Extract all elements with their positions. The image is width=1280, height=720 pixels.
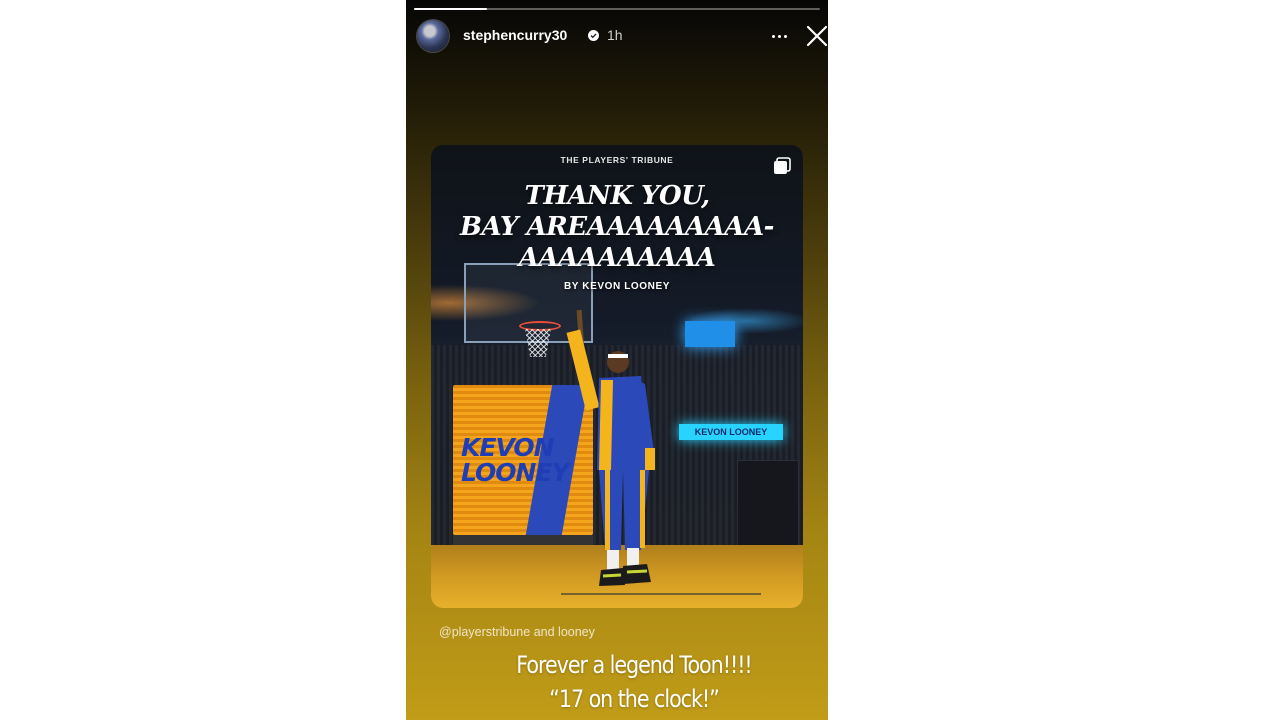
caption-line: “17 on the clock!” (549, 685, 720, 713)
story-caption: Forever a legend Toon!!!! “17 on the clo… (512, 648, 756, 716)
mention-link-looney[interactable]: looney (558, 625, 595, 639)
avatar[interactable] (417, 20, 449, 52)
story-progress-fill (414, 8, 488, 10)
mention-line: @playerstribune and looney (439, 625, 595, 639)
multi-photo-icon (774, 157, 791, 174)
time-ago: 1h (607, 27, 623, 43)
story-header: stephencurry30 1h (417, 18, 828, 54)
arena-screen (685, 321, 735, 347)
post-headline: THANK YOU, BAY AREAAAAAAAAA- AAAAAAAAAA (441, 181, 793, 274)
more-options-icon[interactable] (767, 25, 791, 47)
shared-post-card[interactable]: KEVON LOONEY KEVON LOONEY THE PLAYERS' T… (431, 145, 803, 608)
mention-link-playerstribune[interactable]: @playerstribune (439, 625, 530, 639)
caption-line: Forever a legend Toon!!!! (516, 651, 752, 679)
username[interactable]: stephencurry30 (463, 27, 567, 43)
verified-badge-icon (588, 30, 599, 41)
mention-joiner: and (533, 625, 555, 639)
headline-line: THANK YOU, (524, 181, 710, 211)
post-byline: BY KEVON LOONEY (563, 281, 671, 292)
story-progress-bar (414, 8, 820, 10)
publisher-name: THE PLAYERS' TRIBUNE (560, 155, 674, 165)
player-figure (566, 310, 655, 586)
story-viewer[interactable]: stephencurry30 1h KEVON LOONEY KEVON LOO… (406, 0, 828, 720)
headline-line: BAY AREAAAAAAAAA- (460, 212, 774, 242)
close-icon[interactable] (805, 24, 828, 48)
side-sign: KEVON LOONEY (679, 424, 783, 440)
headline-line: AAAAAAAAAA (518, 243, 716, 273)
